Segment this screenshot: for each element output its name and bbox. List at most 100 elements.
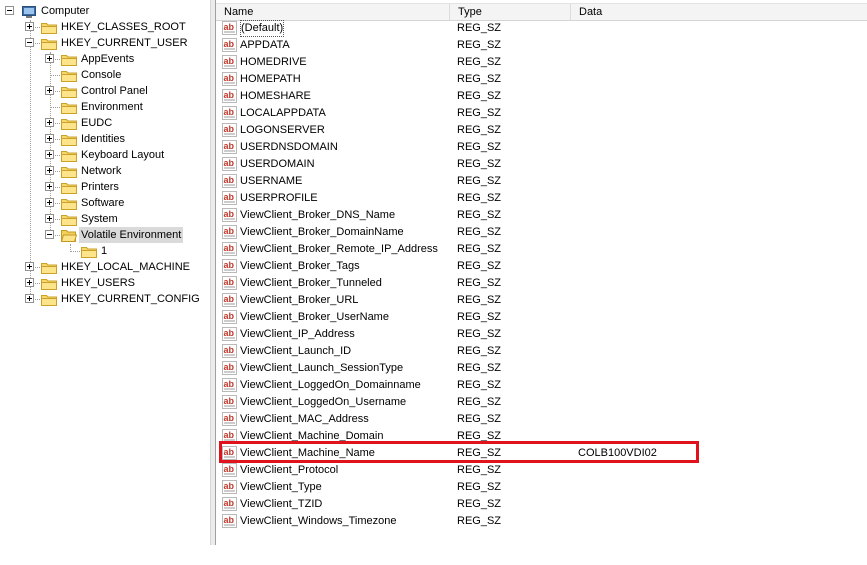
value-type: REG_SZ bbox=[457, 379, 502, 391]
value-row[interactable]: ab ViewClient_Windows_Timezone REG_SZ bbox=[216, 513, 867, 530]
expand-icon[interactable] bbox=[45, 214, 54, 223]
tree-node-volatile-1[interactable]: 1 bbox=[0, 243, 210, 259]
value-row[interactable]: ab ViewClient_MAC_Address REG_SZ bbox=[216, 411, 867, 428]
svg-text:ab: ab bbox=[224, 175, 235, 185]
value-name: USERDNSDOMAIN bbox=[240, 141, 338, 153]
tree-node-network[interactable]: Network bbox=[0, 163, 210, 179]
value-row[interactable]: ab ViewClient_Launch_ID REG_SZ bbox=[216, 343, 867, 360]
value-row[interactable]: ab ViewClient_Broker_DNS_Name REG_SZ bbox=[216, 207, 867, 224]
tree-node-software[interactable]: Software bbox=[0, 195, 210, 211]
expand-icon[interactable] bbox=[45, 198, 54, 207]
tree-node-hkey-local-machine[interactable]: HKEY_LOCAL_MACHINE bbox=[0, 259, 210, 275]
value-name: LOCALAPPDATA bbox=[240, 107, 326, 119]
registry-tree[interactable]: Computer HKEY_CLASSES_ROOT HKEY_CURRENT_US… bbox=[0, 0, 210, 545]
tree-node-hkey-classes-root[interactable]: HKEY_CLASSES_ROOT bbox=[0, 19, 210, 35]
value-row[interactable]: ab HOMEDRIVE REG_SZ bbox=[216, 54, 867, 71]
value-row[interactable]: ab ViewClient_Broker_DomainName REG_SZ bbox=[216, 224, 867, 241]
expand-icon[interactable] bbox=[45, 134, 54, 143]
value-type: REG_SZ bbox=[457, 243, 502, 255]
expand-icon[interactable] bbox=[25, 294, 34, 303]
tree-node-console[interactable]: Console bbox=[0, 67, 210, 83]
expand-icon[interactable] bbox=[45, 150, 54, 159]
value-name: ViewClient_Launch_ID bbox=[240, 345, 352, 357]
expand-icon[interactable] bbox=[45, 118, 54, 127]
tree-node-printers[interactable]: Printers bbox=[0, 179, 210, 195]
string-value-icon: ab bbox=[222, 225, 237, 239]
tree-node-appevents[interactable]: AppEvents bbox=[0, 51, 210, 67]
expand-icon[interactable] bbox=[45, 182, 54, 191]
value-row[interactable]: ab ViewClient_Protocol REG_SZ bbox=[216, 462, 867, 479]
list-header: Name Type Data bbox=[216, 3, 867, 21]
value-row[interactable]: ab USERDNSDOMAIN REG_SZ bbox=[216, 139, 867, 156]
column-header-data[interactable]: Data bbox=[571, 4, 867, 20]
value-row[interactable]: ab HOMESHARE REG_SZ bbox=[216, 88, 867, 105]
tree-node-control-panel[interactable]: Control Panel bbox=[0, 83, 210, 99]
svg-text:ab: ab bbox=[224, 226, 235, 236]
column-header-name[interactable]: Name bbox=[216, 4, 450, 20]
tree-node-environment[interactable]: Environment bbox=[0, 99, 210, 115]
tree-label: Keyboard Layout bbox=[81, 149, 165, 161]
string-value-icon: ab bbox=[222, 21, 237, 35]
value-row[interactable]: ab APPDATA REG_SZ bbox=[216, 37, 867, 54]
value-row[interactable]: ab ViewClient_Broker_Tags REG_SZ bbox=[216, 258, 867, 275]
value-row[interactable]: ab ViewClient_Machine_Domain REG_SZ bbox=[216, 428, 867, 445]
string-value-icon: ab bbox=[222, 293, 237, 307]
string-value-icon: ab bbox=[222, 429, 237, 443]
value-row[interactable]: ab ViewClient_Broker_UserName REG_SZ bbox=[216, 309, 867, 326]
value-row[interactable]: ab ViewClient_Launch_SessionType REG_SZ bbox=[216, 360, 867, 377]
expand-icon[interactable] bbox=[25, 278, 34, 287]
string-value-icon: ab bbox=[222, 497, 237, 511]
tree-node-volatile-environment[interactable]: Volatile Environment bbox=[0, 227, 210, 243]
value-row[interactable]: ab HOMEPATH REG_SZ bbox=[216, 71, 867, 88]
value-name: (Default) bbox=[240, 20, 285, 37]
expand-icon[interactable] bbox=[45, 86, 54, 95]
expand-icon[interactable] bbox=[25, 22, 34, 31]
tree-node-computer[interactable]: Computer bbox=[0, 3, 210, 19]
tree-node-hkey-current-config[interactable]: HKEY_CURRENT_CONFIG bbox=[0, 291, 210, 307]
collapse-icon[interactable] bbox=[25, 38, 34, 47]
column-header-type[interactable]: Type bbox=[450, 4, 571, 20]
value-name: HOMESHARE bbox=[240, 90, 311, 102]
collapse-icon[interactable] bbox=[45, 230, 54, 239]
tree-node-eudc[interactable]: EUDC bbox=[0, 115, 210, 131]
expand-icon[interactable] bbox=[45, 166, 54, 175]
svg-text:ab: ab bbox=[224, 260, 235, 270]
value-row[interactable]: ab ViewClient_Broker_URL REG_SZ bbox=[216, 292, 867, 309]
svg-text:ab: ab bbox=[224, 379, 235, 389]
value-row[interactable]: ab ViewClient_LoggedOn_Domainname REG_SZ bbox=[216, 377, 867, 394]
tree-label: Console bbox=[81, 69, 122, 81]
folder-icon bbox=[41, 37, 57, 50]
value-row[interactable]: ab ViewClient_Broker_Remote_IP_Address REG… bbox=[216, 241, 867, 258]
value-row[interactable]: ab ViewClient_Machine_Name REG_SZ COLB100VD… bbox=[216, 445, 867, 462]
value-type: REG_SZ bbox=[457, 396, 502, 408]
folder-icon bbox=[60, 229, 78, 242]
value-row[interactable]: ab ViewClient_IP_Address REG_SZ bbox=[216, 326, 867, 343]
value-row[interactable]: ab ViewClient_Broker_Tunneled REG_SZ bbox=[216, 275, 867, 292]
value-row[interactable]: ab ViewClient_TZID REG_SZ bbox=[216, 496, 867, 513]
value-row[interactable]: ab ViewClient_Type REG_SZ bbox=[216, 479, 867, 496]
tree-node-identities[interactable]: Identities bbox=[0, 131, 210, 147]
value-row[interactable]: ab USERPROFILE REG_SZ bbox=[216, 190, 867, 207]
string-value-icon: ab bbox=[222, 276, 237, 290]
tree-node-hkey-users[interactable]: HKEY_USERS bbox=[0, 275, 210, 291]
value-row[interactable]: ab USERNAME REG_SZ bbox=[216, 173, 867, 190]
string-value-icon: ab bbox=[222, 55, 237, 69]
value-row[interactable]: ab USERDOMAIN REG_SZ bbox=[216, 156, 867, 173]
value-row[interactable]: ab (Default) REG_SZ bbox=[216, 20, 867, 37]
tree-node-system[interactable]: System bbox=[0, 211, 210, 227]
tree-node-hkey-current-user[interactable]: HKEY_CURRENT_USER bbox=[0, 35, 210, 51]
expand-icon[interactable] bbox=[25, 262, 34, 271]
value-row[interactable]: ab ViewClient_LoggedOn_Username REG_SZ bbox=[216, 394, 867, 411]
value-name: ViewClient_Broker_UserName bbox=[240, 311, 389, 323]
tree-node-keyboard-layout[interactable]: Keyboard Layout bbox=[0, 147, 210, 163]
expand-icon[interactable] bbox=[45, 54, 54, 63]
values-list[interactable]: Name Type Data ab (Default) REG_SZ ab APPDAT… bbox=[216, 0, 867, 545]
value-data: COLB100VDI02 bbox=[578, 447, 657, 459]
svg-text:ab: ab bbox=[224, 56, 235, 66]
value-name: ViewClient_Launch_SessionType bbox=[240, 362, 404, 374]
value-row[interactable]: ab LOCALAPPDATA REG_SZ bbox=[216, 105, 867, 122]
collapse-icon[interactable] bbox=[5, 6, 14, 15]
svg-text:ab: ab bbox=[224, 192, 235, 202]
value-name: ViewClient_Broker_DomainName bbox=[240, 226, 404, 238]
value-row[interactable]: ab LOGONSERVER REG_SZ bbox=[216, 122, 867, 139]
